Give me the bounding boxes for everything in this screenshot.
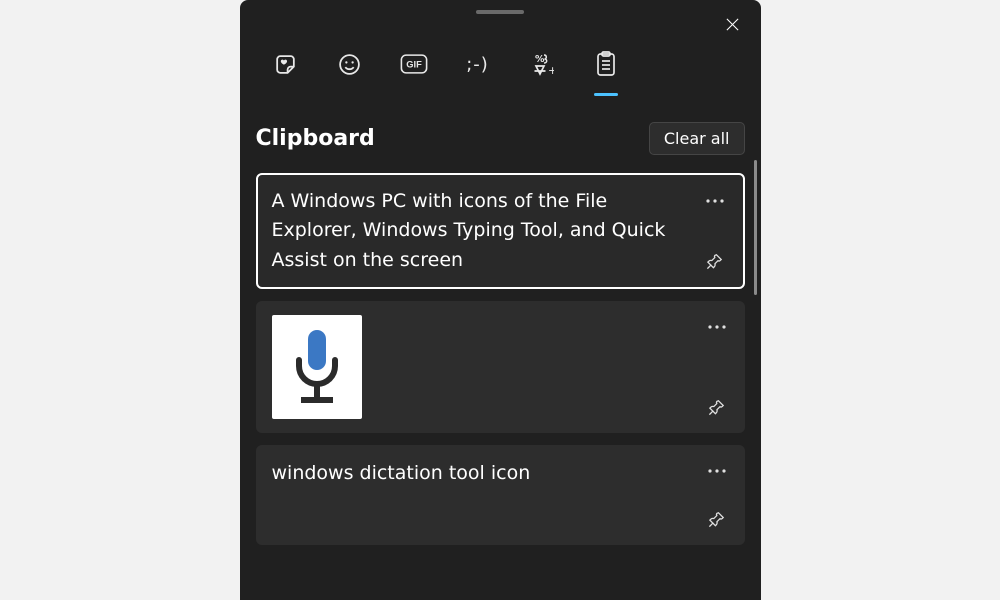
emoji-clipboard-panel: GIF ;-) %+ Clipboard Clear all A Windows… [240, 0, 761, 600]
more-button[interactable] [703, 313, 731, 341]
svg-text:+: + [548, 64, 554, 76]
section-title: Clipboard [256, 126, 375, 151]
clipboard-item-actions [703, 457, 731, 533]
clipboard-item[interactable]: A Windows PC with icons of the File Expl… [256, 173, 745, 289]
more-button[interactable] [701, 187, 729, 215]
section-header: Clipboard Clear all [240, 82, 761, 155]
pin-icon [705, 252, 724, 271]
close-icon [725, 17, 740, 32]
clipboard-item[interactable]: windows dictation tool icon [256, 445, 745, 545]
more-button[interactable] [703, 457, 731, 485]
pin-button[interactable] [701, 247, 729, 275]
pin-icon [707, 398, 726, 417]
microphone-icon [287, 326, 347, 408]
emoji-icon [337, 52, 362, 77]
sticker-heart-icon [273, 52, 298, 77]
category-tabs: GIF ;-) %+ [240, 14, 761, 82]
clipboard-item-text: A Windows PC with icons of the File Expl… [272, 187, 682, 275]
pin-icon [707, 510, 726, 529]
tab-emoji[interactable] [336, 46, 364, 82]
ellipsis-icon [708, 469, 726, 473]
scrollbar[interactable] [754, 160, 757, 295]
tab-kaomoji[interactable]: ;-) [464, 46, 492, 82]
ellipsis-icon [708, 325, 726, 329]
clipboard-item-actions [703, 313, 731, 421]
pin-button[interactable] [703, 393, 731, 421]
close-button[interactable] [721, 12, 745, 36]
pin-button[interactable] [703, 505, 731, 533]
ellipsis-icon [706, 199, 724, 203]
clipboard-item-actions [701, 187, 729, 275]
tab-recent[interactable] [272, 46, 300, 82]
clear-all-button[interactable]: Clear all [649, 122, 745, 155]
tab-gif[interactable]: GIF [400, 46, 428, 82]
clipboard-item-image [272, 315, 362, 419]
svg-text:GIF: GIF [406, 60, 422, 70]
svg-text:%: % [535, 54, 545, 65]
gif-icon: GIF [400, 53, 428, 75]
tab-symbols[interactable]: %+ [528, 46, 556, 82]
clipboard-list: A Windows PC with icons of the File Expl… [240, 155, 761, 575]
clipboard-icon [595, 51, 617, 77]
clipboard-item[interactable] [256, 301, 745, 433]
symbols-icon: %+ [530, 52, 554, 76]
clipboard-item-text: windows dictation tool icon [272, 459, 531, 531]
tab-clipboard[interactable] [592, 46, 620, 82]
